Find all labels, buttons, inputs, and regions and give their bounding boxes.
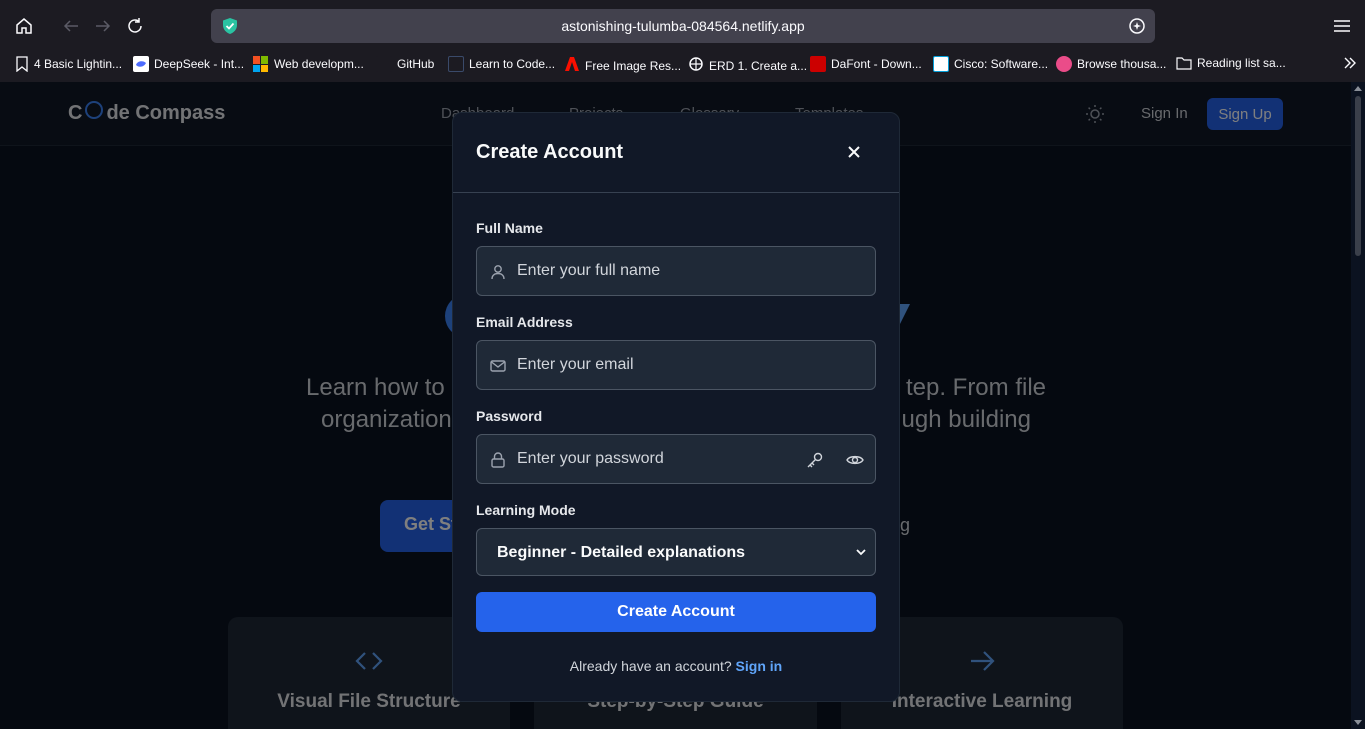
bookmark-label: DaFont - Down... [831,57,922,71]
learning-mode-value: Beginner - Detailed explanations [497,544,746,561]
forward-icon[interactable] [91,14,115,38]
full-name-input[interactable] [517,247,797,295]
dafont-icon [810,56,826,72]
bookmark-item[interactable]: DeepSeek - Int... [133,56,244,72]
bookmark-item[interactable]: ERD 1. Create a... [688,56,807,75]
chevron-double-right-icon[interactable] [1342,55,1358,71]
browser-chrome: astonishing-tulumba-084564.netlify.app 4… [0,0,1365,82]
bookmark-label: 4 Basic Lightin... [34,57,123,71]
folder-icon [1176,57,1192,70]
eye-icon[interactable] [845,450,865,470]
sign-in-prompt: Already have an account? Sign in [453,658,899,674]
email-input[interactable] [517,341,797,389]
create-account-modal: Create Account Full Name Email Address P… [452,112,900,702]
user-icon [491,265,505,280]
full-name-label: Full Name [476,220,543,236]
bookmark-label: Web developm... [274,57,364,71]
scroll-up-icon[interactable] [1354,86,1362,91]
password-input[interactable] [517,435,797,483]
email-label: Email Address [476,314,573,330]
deepseek-icon [133,56,149,72]
assistant-icon[interactable] [1127,16,1147,36]
bookmark-label: Free Image Res... [585,58,682,73]
bookmark-item[interactable]: Learn to Code... [448,56,555,72]
page-scrollbar[interactable] [1351,82,1365,729]
email-field[interactable] [476,340,876,390]
bookmark-item[interactable]: DaFont - Down... [810,56,922,72]
page-viewport: C de Compass Dashboard Projects Glossary… [0,82,1351,729]
password-field[interactable] [476,434,876,484]
bookmark-label: DeepSeek - Int... [154,57,245,71]
adobe-icon [564,56,580,75]
page-icon [448,56,464,72]
bookmark-label: GitHub [397,57,435,71]
dribbble-icon [1056,56,1072,72]
scroll-down-icon[interactable] [1354,720,1362,725]
bookmark-label: Learn to Code... [469,57,556,71]
microsoft-icon [253,56,269,72]
back-icon[interactable] [59,14,83,38]
sign-in-link[interactable]: Sign in [736,658,783,674]
url-text[interactable]: astonishing-tulumba-084564.netlify.app [211,18,1155,34]
learning-mode-select[interactable]: Beginner - Detailed explanations [476,528,876,576]
bookmark-item[interactable]: Web developm... [253,56,364,72]
learning-mode-label: Learning Mode [476,502,576,518]
key-icon[interactable] [805,450,825,470]
close-icon[interactable] [845,143,863,161]
bookmarks-toolbar: 4 Basic Lightin... DeepSeek - Int... Web… [0,52,1365,78]
reload-icon[interactable] [123,14,147,38]
scrollbar-thumb[interactable] [1355,96,1361,256]
create-account-button[interactable]: Create Account [476,592,876,632]
address-bar[interactable]: astonishing-tulumba-084564.netlify.app [211,9,1155,43]
modal-header: Create Account [453,113,899,193]
password-label: Password [476,408,543,424]
bookmark-label: Cisco: Software... [954,57,1049,71]
bookmark-item[interactable]: Cisco: Software... [933,56,1048,72]
bookmark-item[interactable]: Browse thousa... [1056,56,1166,72]
bookmark-label: ERD 1. Create a... [709,58,808,73]
sign-in-prompt-text: Already have an account? [569,658,732,674]
github-icon [376,56,392,72]
bookmark-item[interactable]: GitHub [376,56,434,72]
home-icon[interactable] [12,14,36,38]
bookmark-label: Reading list sa... [1197,56,1286,70]
erd-icon [688,56,704,75]
lock-icon [491,452,505,468]
cisco-icon [933,56,949,72]
full-name-field[interactable] [476,246,876,296]
bookmark-item[interactable]: Reading list sa... [1176,56,1286,70]
modal-title: Create Account [476,141,624,163]
bookmark-item[interactable]: Free Image Res... [564,56,681,75]
hamburger-menu-icon[interactable] [1331,14,1353,38]
chevron-down-icon [856,549,866,556]
bookmark-icon [16,56,28,72]
mail-icon [490,360,506,372]
bookmark-item[interactable]: 4 Basic Lightin... [15,56,122,72]
bookmark-label: Browse thousa... [1077,57,1167,71]
